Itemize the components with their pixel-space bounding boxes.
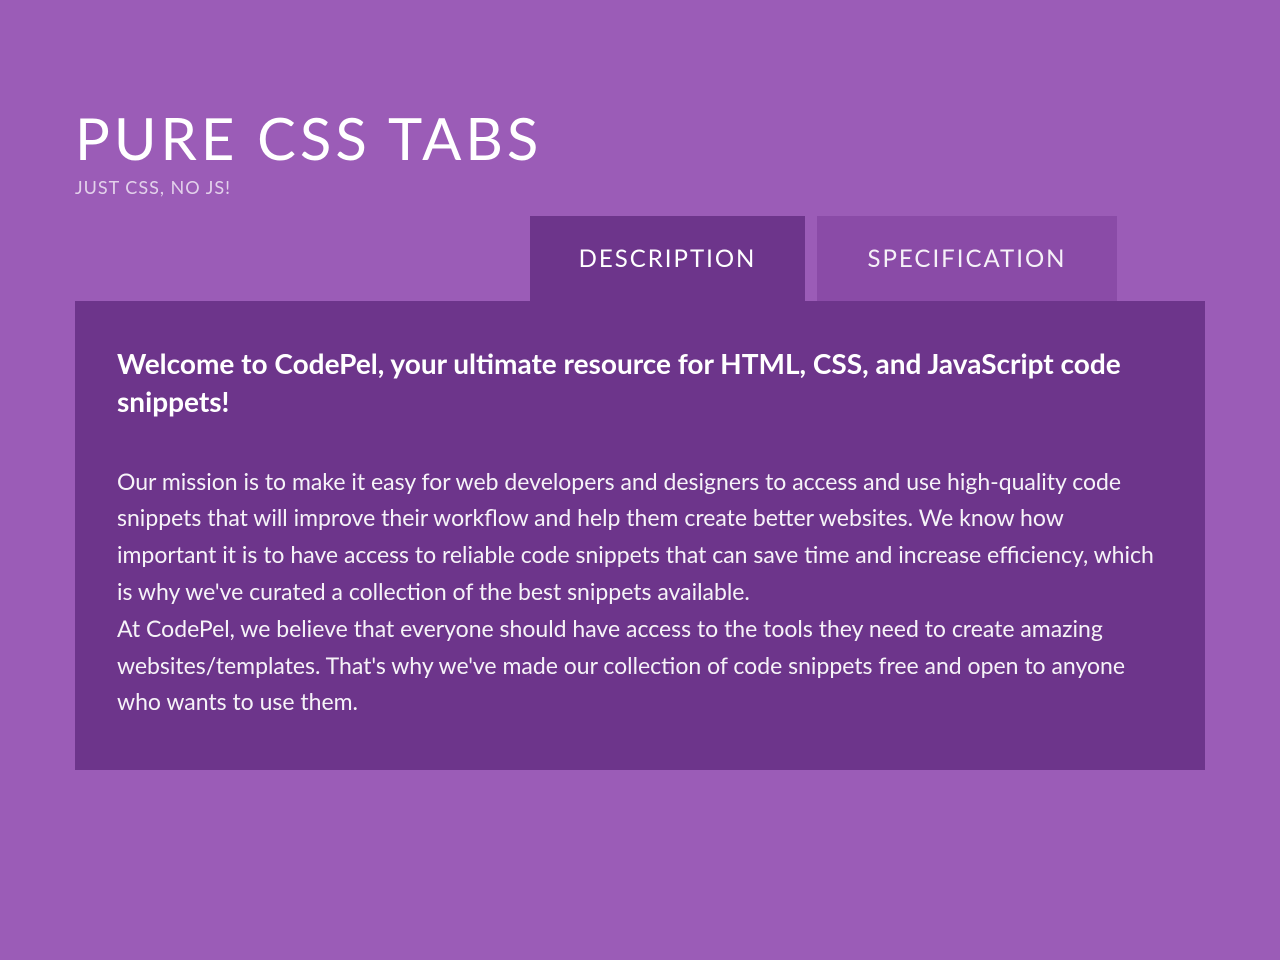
page-title: PURE CSS TABS <box>75 110 1205 168</box>
tab-specification[interactable]: SPECIFICATION <box>817 216 1117 301</box>
page-subtitle: JUST CSS, NO JS! <box>75 176 1205 198</box>
tab-description[interactable]: DESCRIPTION <box>530 216 805 301</box>
panel-paragraph-2: At CodePel, we believe that everyone sho… <box>117 610 1157 720</box>
panel-heading: Welcome to CodePel, your ultimate resour… <box>117 345 1157 421</box>
tab-list: DESCRIPTION SPECIFICATION <box>530 216 1205 301</box>
panel-paragraph-1: Our mission is to make it easy for web d… <box>117 463 1157 610</box>
tab-panel-description: Welcome to CodePel, your ultimate resour… <box>75 301 1205 770</box>
